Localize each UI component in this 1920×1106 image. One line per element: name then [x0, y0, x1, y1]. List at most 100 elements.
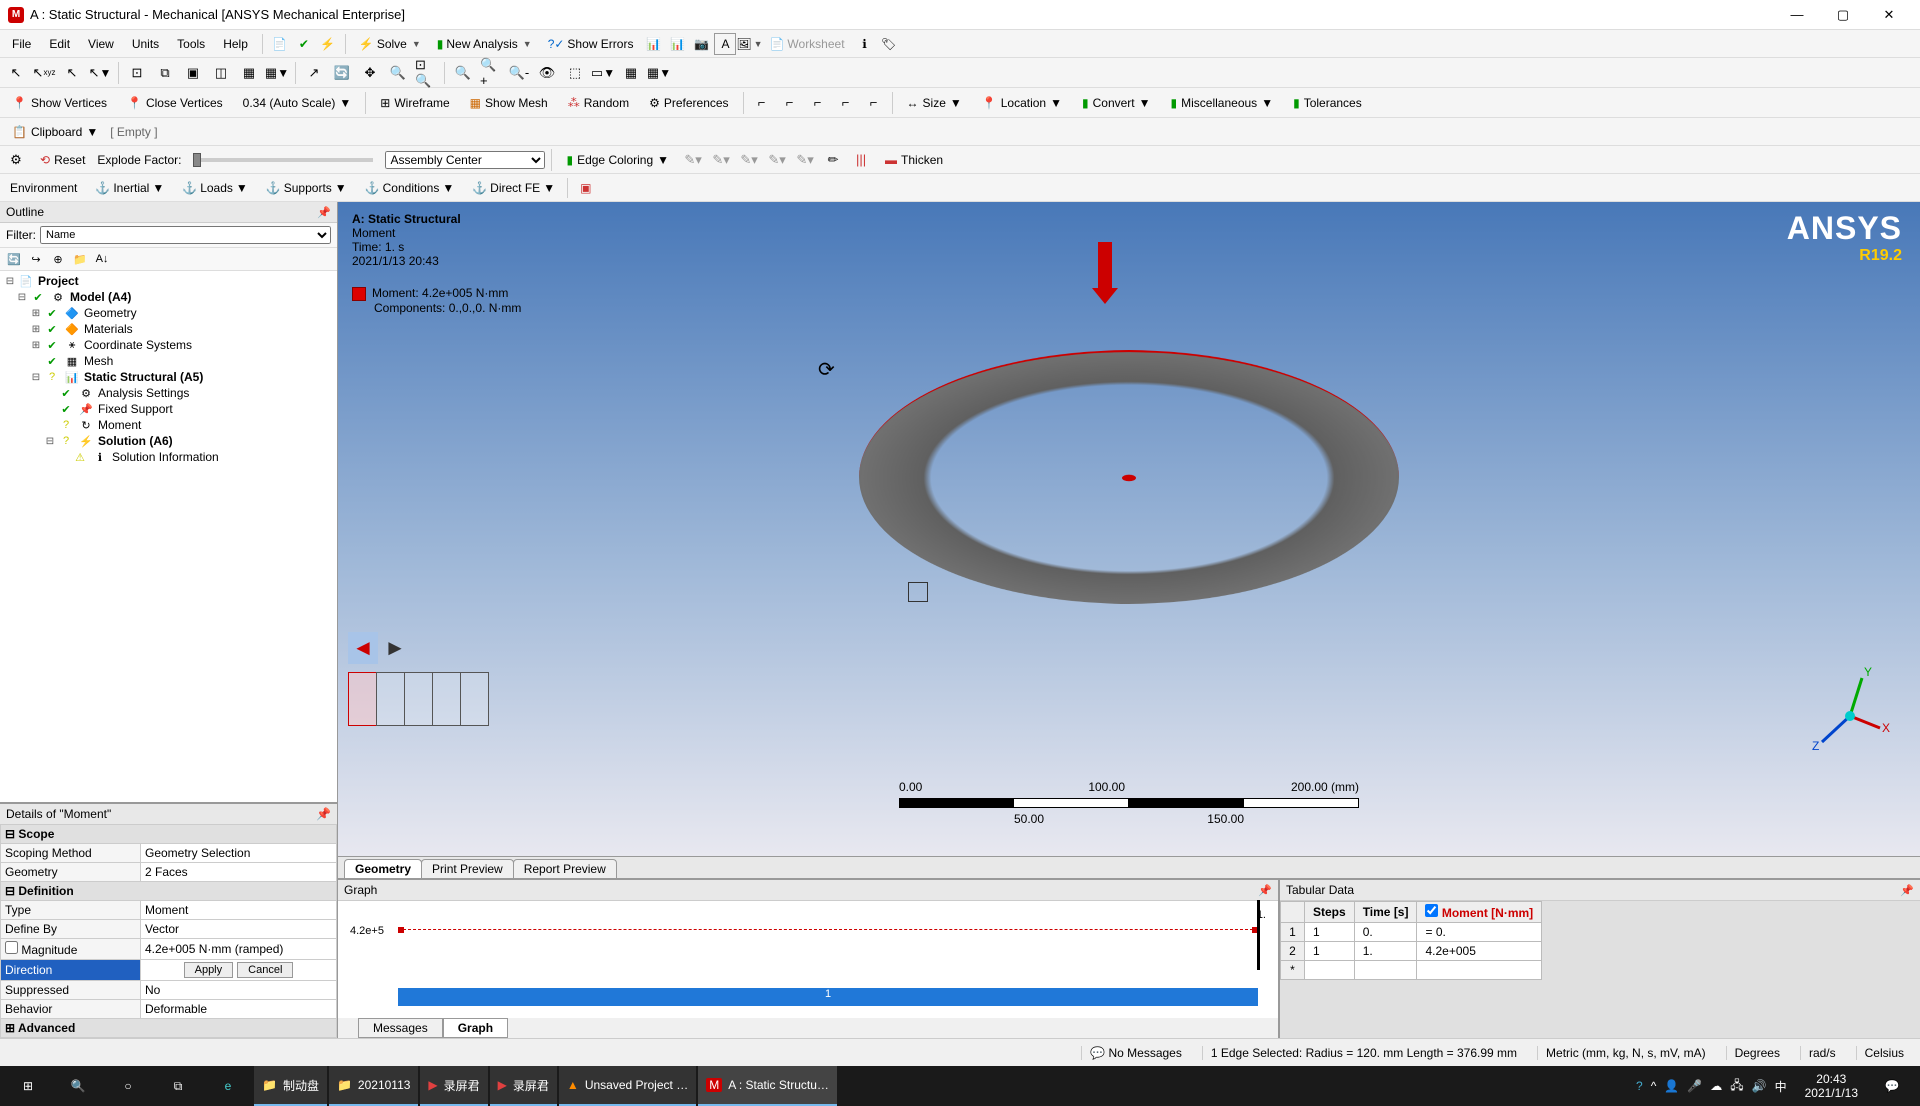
wireframe-button[interactable]: ⊞Wireframe: [372, 94, 457, 112]
details-group-definition[interactable]: ⊟ Definition: [1, 882, 337, 901]
details-value[interactable]: Vector: [141, 920, 337, 939]
tree-solution-info[interactable]: ⚠ℹSolution Information: [2, 449, 335, 465]
preferences-button[interactable]: ⚙Preferences: [641, 94, 736, 112]
face-select-icon[interactable]: ▣: [181, 61, 205, 85]
pin-icon[interactable]: 📌: [317, 206, 331, 219]
search-button[interactable]: 🔍: [54, 1066, 102, 1106]
tab-report-preview[interactable]: Report Preview: [513, 859, 617, 878]
annotation-icon[interactable]: ⌐: [778, 91, 802, 115]
tree-analysis-settings[interactable]: ✔⚙Analysis Settings: [2, 385, 335, 401]
details-value[interactable]: Deformable: [141, 1000, 337, 1019]
pan-icon[interactable]: ✥: [358, 61, 382, 85]
show-vertices-button[interactable]: 📍Show Vertices: [4, 94, 115, 112]
tray-ime-icon[interactable]: 中: [1775, 1078, 1787, 1095]
taskbar-app[interactable]: 📁20210113: [329, 1066, 418, 1106]
show-errors-button[interactable]: ?✓Show Errors: [541, 34, 641, 54]
close-button[interactable]: ✕: [1866, 1, 1912, 29]
taskbar-app[interactable]: 📁制动盘: [254, 1066, 327, 1106]
menu-view[interactable]: View: [80, 33, 122, 55]
new-analysis-button[interactable]: ▮New Analysis▼: [430, 34, 539, 54]
tray-net-icon[interactable]: 🖧: [1730, 1076, 1743, 1097]
tree-btn[interactable]: A↓: [92, 250, 112, 268]
taskbar-app[interactable]: ▶录屏君: [490, 1066, 557, 1106]
select-icon[interactable]: ▦▼: [265, 61, 289, 85]
system-tray[interactable]: ? ^ 👤 🎤 ☁ 🖧 🔊 中: [1628, 1076, 1795, 1097]
random-button[interactable]: ⁂Random: [560, 94, 637, 112]
autoscale-label[interactable]: 0.34 (Auto Scale)▼: [235, 94, 360, 112]
tree-moment[interactable]: ?↻Moment: [2, 417, 335, 433]
explode-slider[interactable]: [193, 158, 373, 162]
toolbar-icon[interactable]: 📄: [269, 33, 291, 55]
select-icon[interactable]: ↖▼: [88, 61, 112, 85]
tree-geometry[interactable]: ⊞✔🔷Geometry: [2, 305, 335, 321]
menu-tools[interactable]: Tools: [169, 33, 213, 55]
extend-icon[interactable]: ↗: [302, 61, 326, 85]
menu-units[interactable]: Units: [124, 33, 167, 55]
edge-button[interactable]: e: [204, 1066, 252, 1106]
cell[interactable]: 4.2e+005: [1417, 942, 1542, 961]
filter-select[interactable]: Name: [40, 226, 331, 244]
tree-coord[interactable]: ⊞✔⚹Coordinate Systems: [2, 337, 335, 353]
graph-area[interactable]: 4.2e+5 1. 1: [338, 901, 1278, 1018]
zoom-in-icon[interactable]: 🔍+: [479, 61, 503, 85]
select-icon[interactable]: ↖xyz: [32, 61, 56, 85]
zoom-icon[interactable]: 🔍: [386, 61, 410, 85]
toolbar-icon[interactable]: 📊: [642, 33, 664, 55]
size-button[interactable]: ↔Size▼: [899, 94, 970, 112]
env-extra-icon[interactable]: ▣: [574, 179, 597, 197]
cortana-button[interactable]: ○: [104, 1066, 152, 1106]
notifications-button[interactable]: 💬: [1868, 1066, 1916, 1106]
vertex-select-icon[interactable]: ⊡: [125, 61, 149, 85]
row-new[interactable]: *: [1281, 961, 1305, 980]
view-icon[interactable]: ▦▼: [647, 61, 671, 85]
toolbar-icon[interactable]: 📷: [690, 33, 712, 55]
details-value[interactable]: 2 Faces: [141, 863, 337, 882]
tree-btn[interactable]: 📁: [70, 250, 90, 268]
toolbar-icon[interactable]: A: [714, 33, 736, 55]
outline-tree[interactable]: ⊟📄Project ⊟✔⚙Model (A4) ⊞✔🔷Geometry ⊞✔🔶M…: [0, 271, 337, 802]
select-mode-icon[interactable]: ↖: [4, 61, 28, 85]
tray-mic-icon[interactable]: 🎤: [1687, 1079, 1702, 1093]
toolbar-icon[interactable]: 📊: [666, 33, 688, 55]
details-value[interactable]: Geometry Selection: [141, 844, 337, 863]
view-icon[interactable]: ▦: [619, 61, 643, 85]
view-icon[interactable]: ▭▼: [591, 61, 615, 85]
details-group-advanced[interactable]: ⊞ Advanced: [1, 1019, 337, 1038]
show-mesh-button[interactable]: ▦Show Mesh: [462, 94, 556, 112]
pin-icon[interactable]: 📌: [1900, 884, 1914, 897]
toolbar-icon[interactable]: ⚡: [317, 33, 339, 55]
magnitude-checkbox[interactable]: [5, 941, 18, 954]
tab-print-preview[interactable]: Print Preview: [421, 859, 514, 878]
model-geometry[interactable]: [859, 350, 1399, 604]
edge-icon[interactable]: ✎▾: [765, 148, 789, 172]
tabular-table[interactable]: StepsTime [s] Moment [N·mm] 110.= 0. 211…: [1280, 901, 1542, 980]
details-value[interactable]: 4.2e+005 N·mm (ramped): [141, 939, 337, 960]
select-icon[interactable]: ↖: [60, 61, 84, 85]
select-icon[interactable]: ▦: [237, 61, 261, 85]
annotation-icon[interactable]: ⌐: [834, 91, 858, 115]
direct-fe-menu[interactable]: ⚓Direct FE▼: [466, 179, 561, 197]
status-units[interactable]: Metric (mm, kg, N, s, mV, mA): [1537, 1046, 1714, 1060]
view-frames[interactable]: [348, 672, 488, 726]
worksheet-button[interactable]: 📄Worksheet: [762, 34, 851, 54]
graph-timeline-bar[interactable]: 1: [398, 988, 1258, 1006]
edge-icon[interactable]: ✎▾: [709, 148, 733, 172]
cell[interactable]: 1.: [1354, 942, 1417, 961]
body-select-icon[interactable]: ◫: [209, 61, 233, 85]
toolbar-tag-icon[interactable]: 🏷: [878, 33, 900, 55]
tree-btn[interactable]: ⊕: [48, 250, 68, 268]
section-icon[interactable]: |||: [849, 148, 873, 172]
col-moment[interactable]: Moment [N·mm]: [1417, 902, 1542, 923]
details-group-scope[interactable]: ⊟ Scope: [1, 825, 337, 844]
zoom-fit-icon[interactable]: 🔍: [451, 61, 475, 85]
explode-mode-select[interactable]: Assembly Center: [385, 151, 545, 169]
tray-people-icon[interactable]: 👤: [1664, 1079, 1679, 1093]
cell[interactable]: 1: [1305, 942, 1355, 961]
annotation-icon[interactable]: ⌐: [806, 91, 830, 115]
menu-edit[interactable]: Edit: [41, 33, 78, 55]
col-steps[interactable]: Steps: [1305, 902, 1355, 923]
edge-select-icon[interactable]: ⧉: [153, 61, 177, 85]
loads-menu[interactable]: ⚓Loads▼: [176, 179, 254, 197]
minimize-button[interactable]: —: [1774, 1, 1820, 29]
tabular-body[interactable]: StepsTime [s] Moment [N·mm] 110.= 0. 211…: [1280, 901, 1920, 1038]
